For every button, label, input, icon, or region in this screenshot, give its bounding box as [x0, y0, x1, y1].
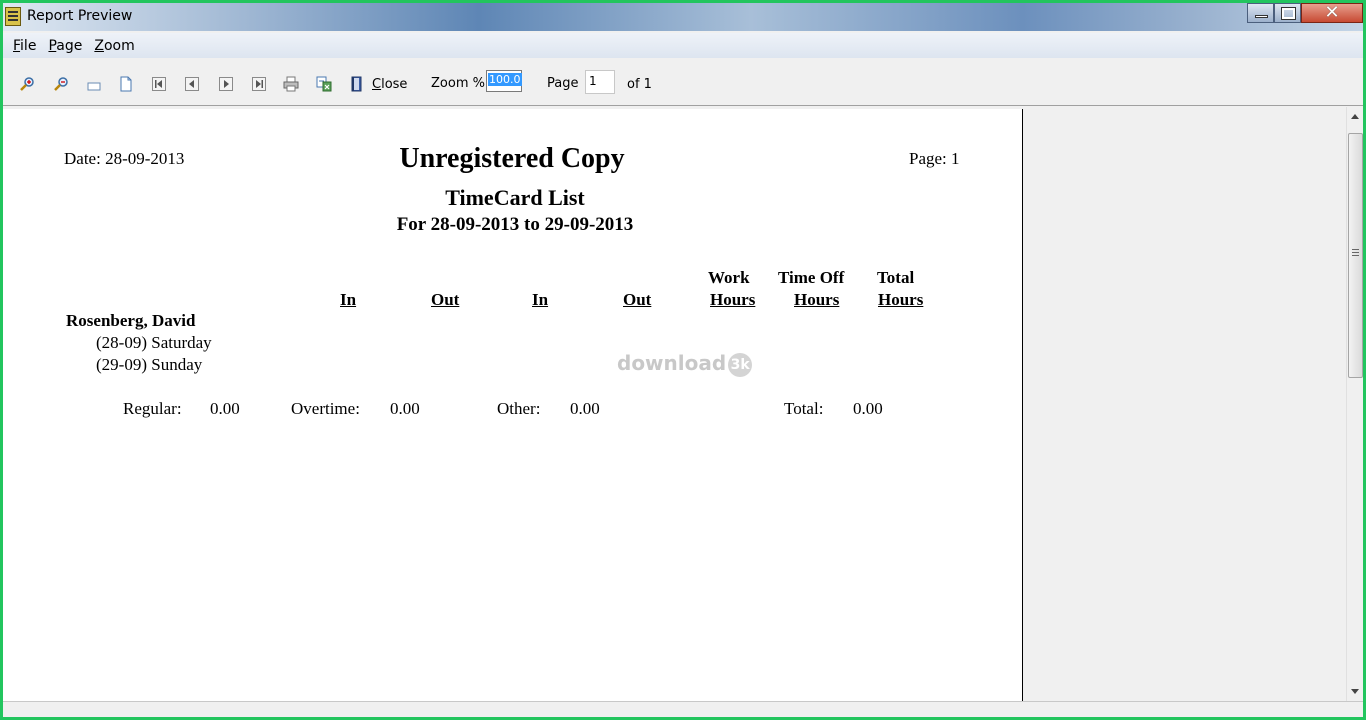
report-preview-area[interactable]: Date: 28-09-2013 Page: 1 Unregistered Co…	[3, 107, 1363, 701]
summary-overtime-label: Overtime:	[291, 399, 360, 418]
zoom-label: Zoom %	[431, 76, 485, 91]
summary-overtime-value: 0.00	[390, 399, 420, 418]
close-window-button[interactable]: ✕	[1301, 3, 1363, 23]
export-icon[interactable]	[316, 76, 332, 92]
whole-page-icon[interactable]	[118, 76, 134, 92]
zoom-in-icon[interactable]	[19, 76, 35, 92]
header-in-1: In	[340, 290, 357, 309]
header-in-2: In	[532, 290, 549, 309]
zoom-value: 100.0	[488, 73, 522, 86]
header-total: Total	[877, 268, 915, 287]
maximize-icon	[1281, 7, 1296, 20]
close-button[interactable]: Close	[372, 77, 407, 92]
summary-other-value: 0.00	[570, 399, 600, 418]
summary-regular-value: 0.00	[210, 399, 240, 418]
window-controls: ✕	[1247, 3, 1363, 27]
last-page-icon[interactable]	[251, 76, 267, 92]
header-total-hours: Hours	[878, 290, 924, 309]
day-row: (28-09) Saturday	[96, 333, 212, 352]
scrollbar-thumb[interactable]	[1348, 133, 1363, 378]
close-book-icon[interactable]	[349, 76, 365, 92]
app-icon	[5, 7, 21, 26]
report-subtitle: TimeCard List	[445, 185, 585, 210]
header-work-hours: Hours	[710, 290, 756, 309]
header-out-1: Out	[431, 290, 460, 309]
page-label: Page	[547, 76, 579, 91]
zoom-percent-input[interactable]: 100.0	[486, 70, 522, 92]
report-page: Date: 28-09-2013 Page: 1 Unregistered Co…	[3, 109, 1023, 701]
scroll-down-icon[interactable]	[1351, 689, 1359, 694]
previous-page-icon[interactable]	[184, 76, 200, 92]
toolbar: Close Zoom % 100.0 Page 1 of 1	[3, 59, 1363, 106]
first-page-icon[interactable]	[151, 76, 167, 92]
summary-other-label: Other:	[497, 399, 541, 418]
title-bar[interactable]: Report Preview ✕	[3, 3, 1363, 31]
next-page-icon[interactable]	[218, 76, 234, 92]
menu-file[interactable]: File	[7, 38, 42, 54]
report-title: Unregistered Copy	[399, 143, 625, 174]
header-time-off: Time Off	[778, 268, 845, 287]
page-width-icon[interactable]	[86, 76, 102, 92]
print-icon[interactable]	[283, 76, 299, 92]
employee-name: Rosenberg, David	[66, 311, 196, 330]
maximize-button[interactable]	[1274, 3, 1301, 23]
page-count-label: of 1	[627, 77, 652, 92]
report-preview-window: Report Preview ✕ File Page Zoom Close Zo…	[0, 0, 1366, 720]
report-date-range: For 28-09-2013 to 29-09-2013	[396, 214, 634, 235]
minimize-icon	[1255, 15, 1268, 18]
day-row: (29-09) Sunday	[96, 355, 203, 374]
status-bar	[3, 701, 1363, 717]
vertical-scrollbar[interactable]	[1346, 107, 1363, 701]
page-number-input[interactable]: 1	[585, 70, 615, 94]
download3k-watermark: download 3k	[617, 351, 753, 377]
zoom-out-icon[interactable]	[53, 76, 69, 92]
grip-icon	[1352, 249, 1359, 250]
window-title: Report Preview	[27, 8, 133, 24]
summary-total-value: 0.00	[853, 399, 883, 418]
summary-total-label: Total:	[784, 399, 824, 418]
header-time-off-hours: Hours	[794, 290, 840, 309]
scroll-up-icon[interactable]	[1351, 114, 1359, 119]
menu-page[interactable]: Page	[42, 38, 88, 54]
summary-regular-label: Regular:	[123, 399, 182, 418]
minimize-button[interactable]	[1247, 3, 1274, 23]
menu-zoom[interactable]: Zoom	[88, 38, 140, 54]
menu-bar: File Page Zoom	[3, 33, 1363, 58]
header-work: Work	[708, 268, 750, 287]
header-out-2: Out	[623, 290, 652, 309]
close-icon: ✕	[1324, 2, 1340, 23]
